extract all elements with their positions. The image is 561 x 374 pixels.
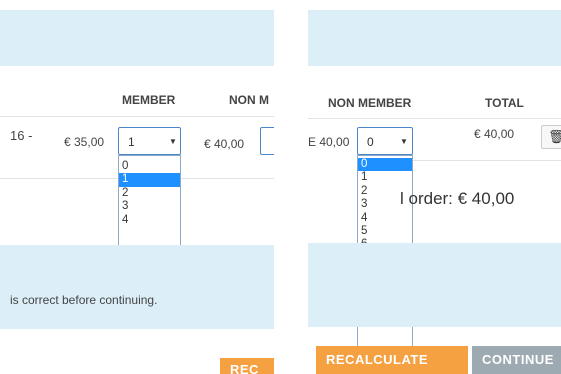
- trash-icon: 🗑: [548, 129, 561, 144]
- non-member-quantity-select[interactable]: [260, 127, 274, 155]
- row-divider: [181, 178, 274, 179]
- dropdown-option[interactable]: 1: [358, 171, 412, 184]
- dropdown-option-highlighted[interactable]: 1: [119, 173, 180, 187]
- non-member-quantity-value: 0: [367, 135, 374, 149]
- dropdown-option-highlighted[interactable]: 0: [358, 158, 412, 172]
- member-quantity-dropdown[interactable]: 0 1 2 3 4: [118, 155, 181, 251]
- member-column-header: MEMBER: [122, 93, 176, 107]
- chevron-down-icon: ▼: [169, 137, 177, 146]
- non-member-column-header: NON M: [229, 93, 269, 107]
- event-date-fragment: 16 -: [10, 128, 33, 143]
- notice-text-fragment: is correct before continuing.: [10, 293, 158, 307]
- dropdown-option[interactable]: 2: [119, 187, 180, 200]
- non-member-price-fragment: E 40,00: [308, 135, 350, 149]
- dropdown-option[interactable]: 5: [358, 225, 412, 238]
- left-screenshot-panel: MEMBER NON M 16 - € 35,00 1 ▼ 0 1 2 3 4 …: [0, 0, 274, 374]
- dropdown-option[interactable]: 4: [358, 212, 412, 225]
- top-info-banner: [0, 10, 274, 66]
- chevron-down-icon: ▼: [400, 137, 408, 146]
- non-member-quantity-select[interactable]: 0 ▼: [357, 127, 413, 155]
- member-price: € 35,00: [64, 135, 105, 149]
- member-quantity-select[interactable]: 1 ▼: [118, 127, 181, 155]
- notice-banner: [0, 245, 274, 329]
- row-divider: [0, 178, 118, 179]
- header-divider: [308, 118, 561, 119]
- dropdown-option[interactable]: 3: [119, 200, 180, 213]
- row-divider: [413, 160, 561, 161]
- delete-row-button[interactable]: 🗑: [541, 125, 561, 149]
- non-member-price: € 40,00: [204, 137, 245, 151]
- row-total-price: € 40,00: [474, 127, 515, 141]
- notice-banner: [308, 243, 561, 327]
- member-quantity-value: 1: [128, 135, 135, 149]
- recalculate-button[interactable]: RECALCULATE: [316, 346, 468, 374]
- right-screenshot-panel: NON MEMBER TOTAL E 40,00 0 ▼ 0 1 2 3 4 5…: [308, 0, 561, 374]
- top-info-banner: [308, 10, 561, 66]
- continue-button[interactable]: CONTINUE: [472, 346, 561, 374]
- total-column-header: TOTAL: [485, 96, 524, 110]
- recalculate-button-fragment[interactable]: REC: [220, 358, 274, 374]
- header-divider: [0, 116, 274, 117]
- dropdown-option[interactable]: 4: [119, 214, 180, 227]
- order-total-fragment: l order: € 40,00: [400, 189, 515, 208]
- dropdown-option[interactable]: 0: [119, 160, 180, 173]
- non-member-column-header: NON MEMBER: [328, 96, 412, 110]
